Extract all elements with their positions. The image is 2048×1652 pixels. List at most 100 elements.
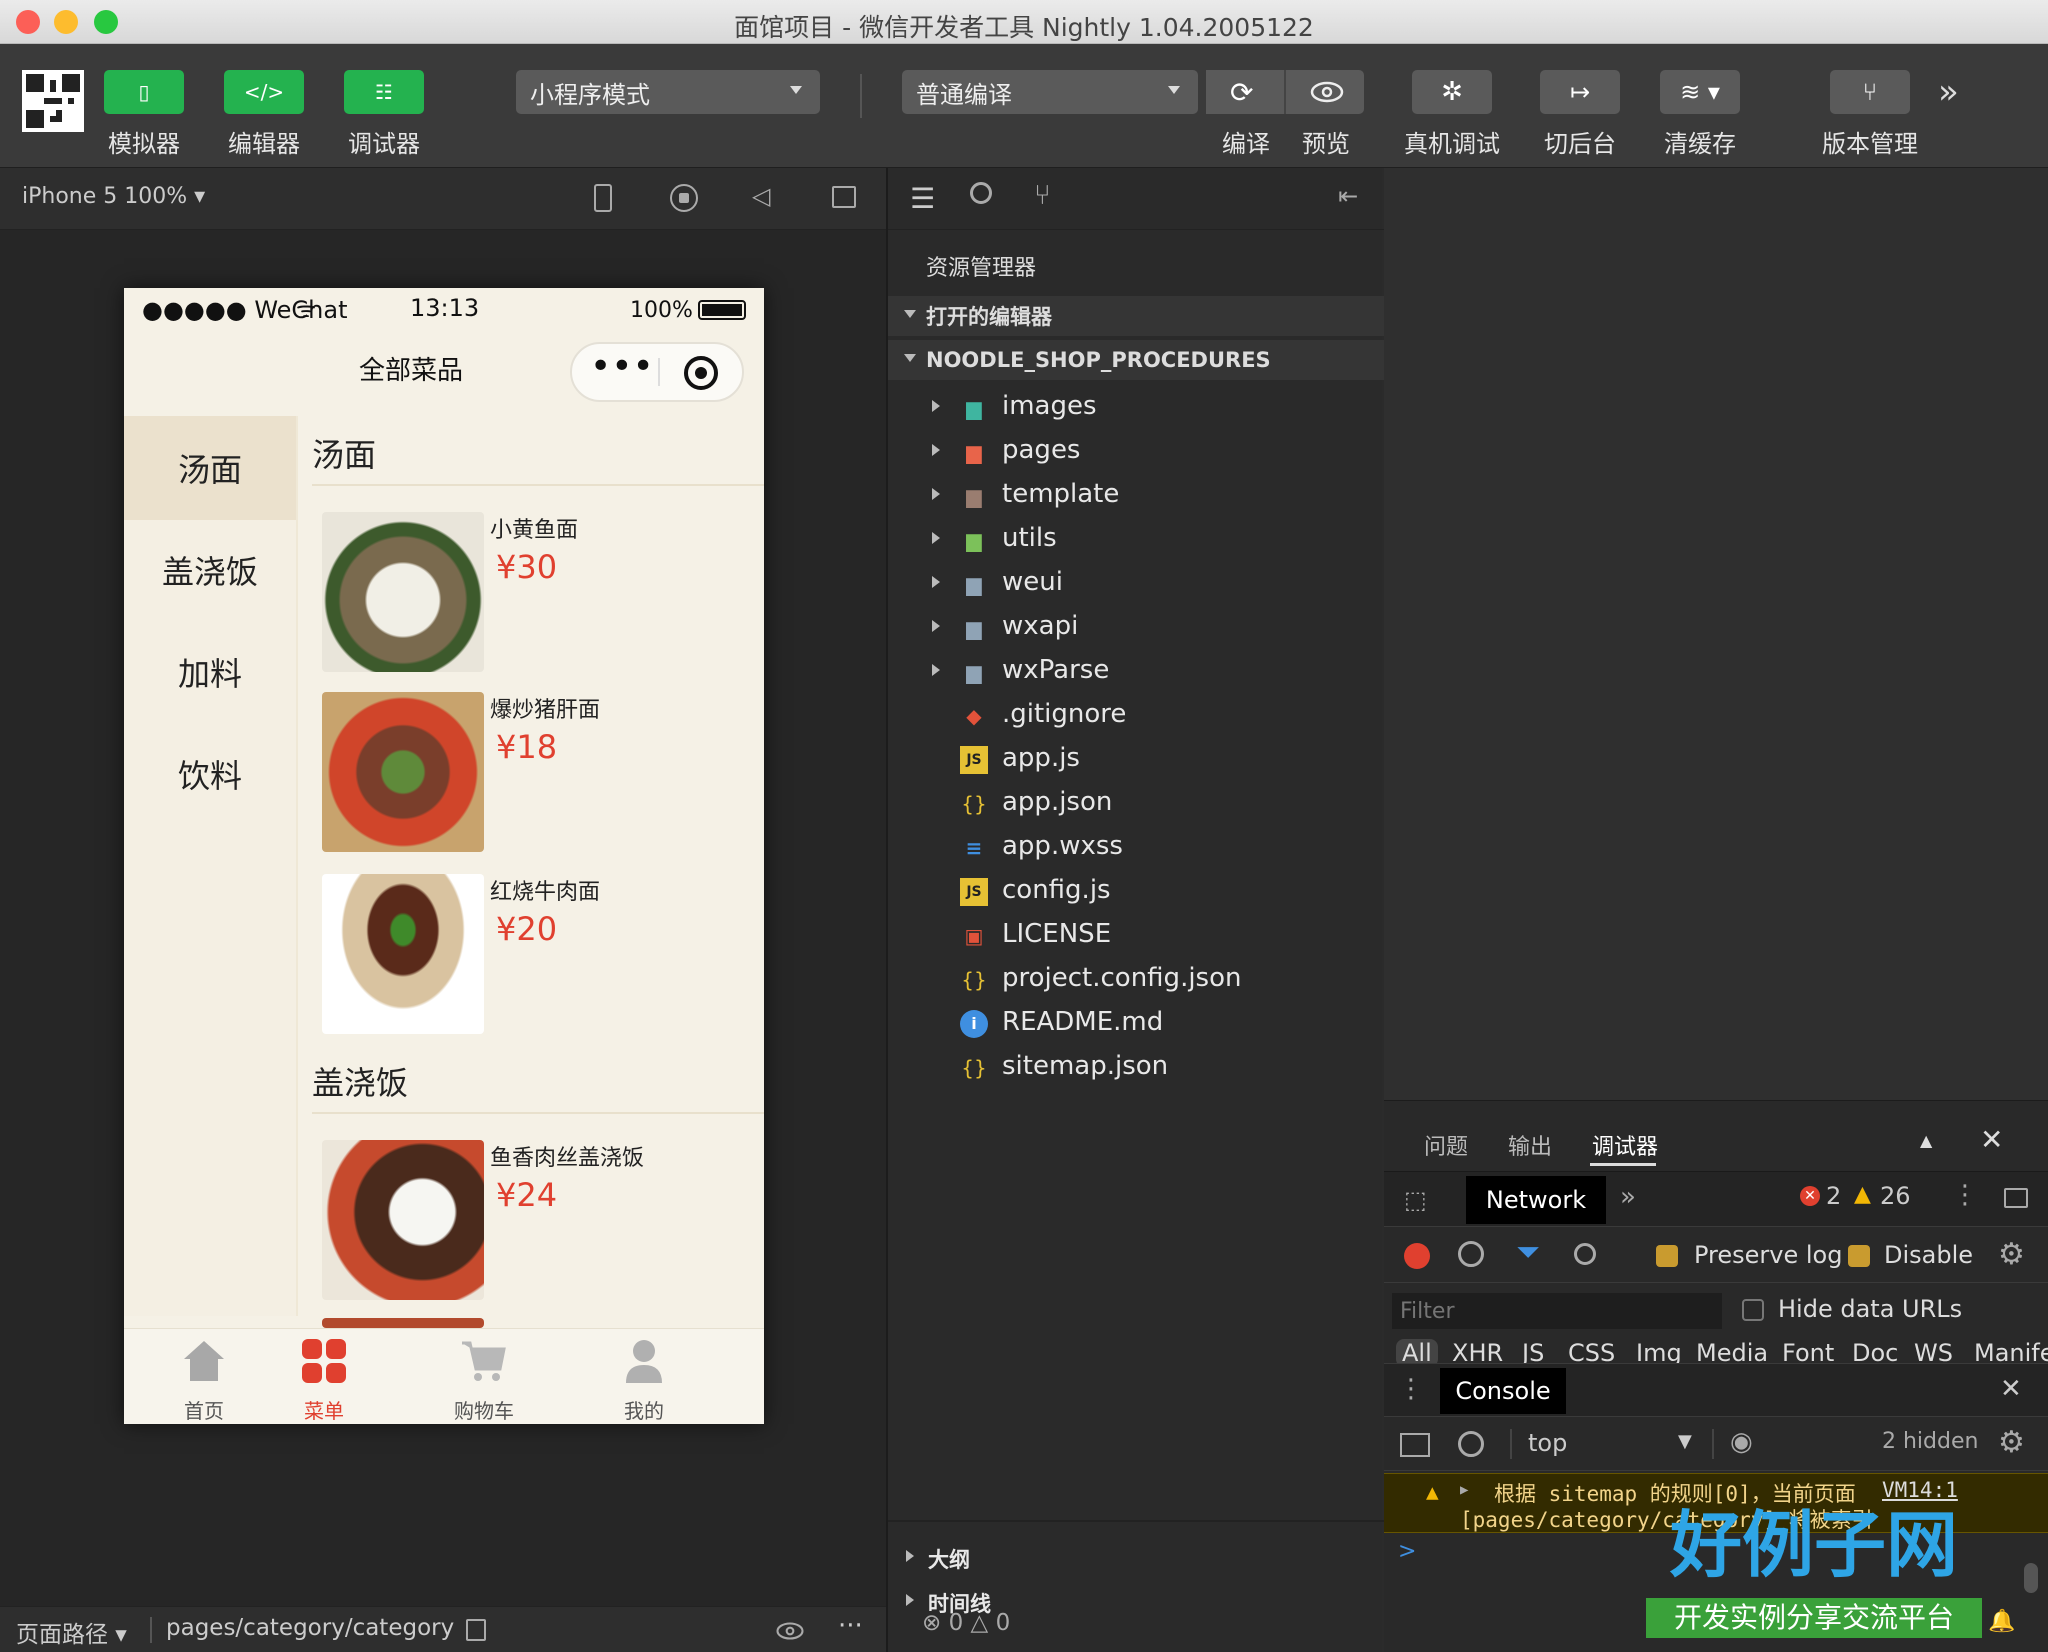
rotate-device-icon[interactable]: [594, 184, 612, 212]
preserve-log-checkbox[interactable]: [1656, 1245, 1678, 1267]
collapse-panel-icon[interactable]: ⇤: [1338, 182, 1358, 210]
tab-cart[interactable]: 购物车: [404, 1329, 564, 1424]
dish-image[interactable]: [322, 1140, 484, 1300]
dish-image[interactable]: [322, 692, 484, 852]
tree-folder-template[interactable]: ▆ template: [888, 474, 1384, 518]
close-icon[interactable]: ✕: [1980, 1123, 2003, 1156]
kebab-menu-icon[interactable]: ⋮: [1952, 1180, 1978, 1210]
branch-icon[interactable]: ⑂: [1034, 178, 1051, 211]
eye-icon[interactable]: [1310, 80, 1344, 104]
search-icon[interactable]: [1574, 1243, 1596, 1265]
hide-data-urls-checkbox[interactable]: [1742, 1299, 1764, 1321]
gear-icon[interactable]: ⚙: [1998, 1237, 2025, 1272]
more-icon[interactable]: ···: [838, 1611, 863, 1641]
clear-icon[interactable]: [1458, 1241, 1484, 1267]
tree-file[interactable]: {} project.config.json: [888, 958, 1384, 1002]
tree-file[interactable]: {} sitemap.json: [888, 1046, 1384, 1090]
more-menu-button[interactable]: •••: [590, 346, 654, 387]
category-item-1[interactable]: 盖浇饭: [124, 518, 296, 622]
project-header[interactable]: NOODLE_SHOP_PROCEDURES: [888, 340, 1384, 380]
scrollbar[interactable]: [2024, 1563, 2038, 1593]
tab-console[interactable]: Console: [1440, 1368, 1566, 1414]
device-select[interactable]: iPhone 5 100% ▾: [22, 184, 205, 209]
preview-label[interactable]: 预览: [1296, 124, 1356, 159]
search-icon[interactable]: [970, 182, 992, 204]
disable-cache-checkbox[interactable]: [1848, 1245, 1870, 1267]
main-toolbar: ▯ 模拟器 </> 编辑器 ☷ 调试器 小程序模式 普通编译 ⟳ 编译 预览 ✲…: [0, 44, 2048, 168]
tab-network[interactable]: Network: [1466, 1176, 1606, 1224]
console-settings-icon[interactable]: ⚙: [1998, 1425, 2025, 1460]
outline-header[interactable]: 大纲: [888, 1536, 1384, 1580]
drawer-menu-icon[interactable]: ⋮: [1398, 1374, 1424, 1404]
editor-button[interactable]: </>: [224, 70, 304, 114]
expand-up-icon[interactable]: ▲: [1920, 1131, 1932, 1150]
folder-images-icon: ▆: [966, 396, 982, 420]
tab-mine[interactable]: 我的: [564, 1329, 724, 1424]
inspect-icon[interactable]: ⬚: [1404, 1186, 1427, 1214]
simulator-button[interactable]: ▯: [104, 70, 184, 114]
tree-file[interactable]: JS app.js: [888, 738, 1384, 782]
undock-icon[interactable]: [2004, 1188, 2028, 1208]
mode-select[interactable]: 小程序模式: [516, 70, 820, 114]
tab-menu[interactable]: 菜单: [244, 1329, 404, 1424]
filter-icon[interactable]: ⏷: [1516, 1235, 1540, 1270]
tree-folder-wxapi[interactable]: ▆ wxapi: [888, 606, 1384, 650]
remote-debug-button[interactable]: ✲: [1412, 70, 1492, 114]
sidebar-toggle-icon[interactable]: [1400, 1433, 1430, 1457]
tree-file[interactable]: ◆ .gitignore: [888, 694, 1384, 738]
json-file-icon: {}: [961, 792, 987, 816]
tree-file[interactable]: JS config.js: [888, 870, 1384, 914]
compile-label[interactable]: 编译: [1216, 124, 1276, 159]
tab-problems[interactable]: 问题: [1424, 1129, 1468, 1161]
warning-count[interactable]: 26: [1880, 1182, 1911, 1210]
debugger-button[interactable]: ☷: [344, 70, 424, 114]
tree-file[interactable]: {} app.json: [888, 782, 1384, 826]
more-tabs-icon[interactable]: »: [1620, 1182, 1636, 1212]
category-item-0[interactable]: 汤面: [124, 416, 296, 520]
tree-file[interactable]: i README.md: [888, 1002, 1384, 1046]
list-icon[interactable]: ☰: [910, 182, 935, 215]
background-button[interactable]: ↦: [1540, 70, 1620, 114]
dish-image[interactable]: [322, 512, 484, 672]
open-editors-header[interactable]: 打开的编辑器: [888, 296, 1384, 336]
eye-icon[interactable]: [774, 1621, 806, 1641]
version-label: 版本管理: [1822, 130, 1918, 158]
console-prompt[interactable]: >: [1398, 1539, 1416, 1564]
message-source-link[interactable]: VM14:1: [1882, 1478, 1958, 1502]
volume-icon[interactable]: ◁: [752, 182, 770, 210]
bell-icon[interactable]: 🔔: [1988, 1609, 2015, 1634]
compile-select[interactable]: 普通编译: [902, 70, 1198, 114]
copy-icon[interactable]: [466, 1619, 486, 1641]
tree-folder-pages[interactable]: ▆ pages: [888, 430, 1384, 474]
detach-window-icon[interactable]: [832, 186, 856, 208]
close-miniprogram-button[interactable]: [684, 356, 718, 390]
live-expression-icon[interactable]: ◉: [1730, 1427, 1753, 1457]
page-path-select[interactable]: 页面路径 ▾: [16, 1615, 127, 1649]
tab-debugger[interactable]: 调试器: [1592, 1129, 1658, 1161]
more-tools-icon[interactable]: »: [1938, 72, 1959, 112]
chevron-right-icon: [906, 1550, 914, 1562]
record-icon[interactable]: [670, 184, 698, 212]
close-drawer-icon[interactable]: ✕: [2000, 1374, 2022, 1404]
tab-output[interactable]: 输出: [1508, 1129, 1552, 1161]
tree-folder-wxparse[interactable]: ▆ wxParse: [888, 650, 1384, 694]
tree-folder-images[interactable]: ▆ images: [888, 386, 1384, 430]
filter-input[interactable]: [1392, 1293, 1722, 1329]
clear-cache-button[interactable]: ≋ ▾: [1660, 70, 1740, 114]
context-select[interactable]: top: [1528, 1429, 1567, 1457]
category-item-2[interactable]: 加料: [124, 620, 296, 724]
error-count[interactable]: 2: [1826, 1182, 1841, 1210]
tree-folder-weui[interactable]: ▆ weui: [888, 562, 1384, 606]
avatar[interactable]: [22, 70, 84, 132]
refresh-icon[interactable]: ⟳: [1230, 76, 1253, 109]
hidden-count[interactable]: 2 hidden: [1882, 1429, 1978, 1454]
version-button[interactable]: ⑂: [1830, 70, 1910, 114]
tree-folder-utils[interactable]: ▆ utils: [888, 518, 1384, 562]
problems-status[interactable]: ⊗ 0 △ 0: [922, 1610, 1010, 1636]
tree-file[interactable]: ▣ LICENSE: [888, 914, 1384, 958]
tree-file[interactable]: ≡ app.wxss: [888, 826, 1384, 870]
category-item-3[interactable]: 饮料: [124, 722, 296, 826]
clear-console-icon[interactable]: [1458, 1431, 1484, 1457]
dish-image[interactable]: [322, 874, 484, 1034]
record-button[interactable]: [1404, 1243, 1430, 1269]
